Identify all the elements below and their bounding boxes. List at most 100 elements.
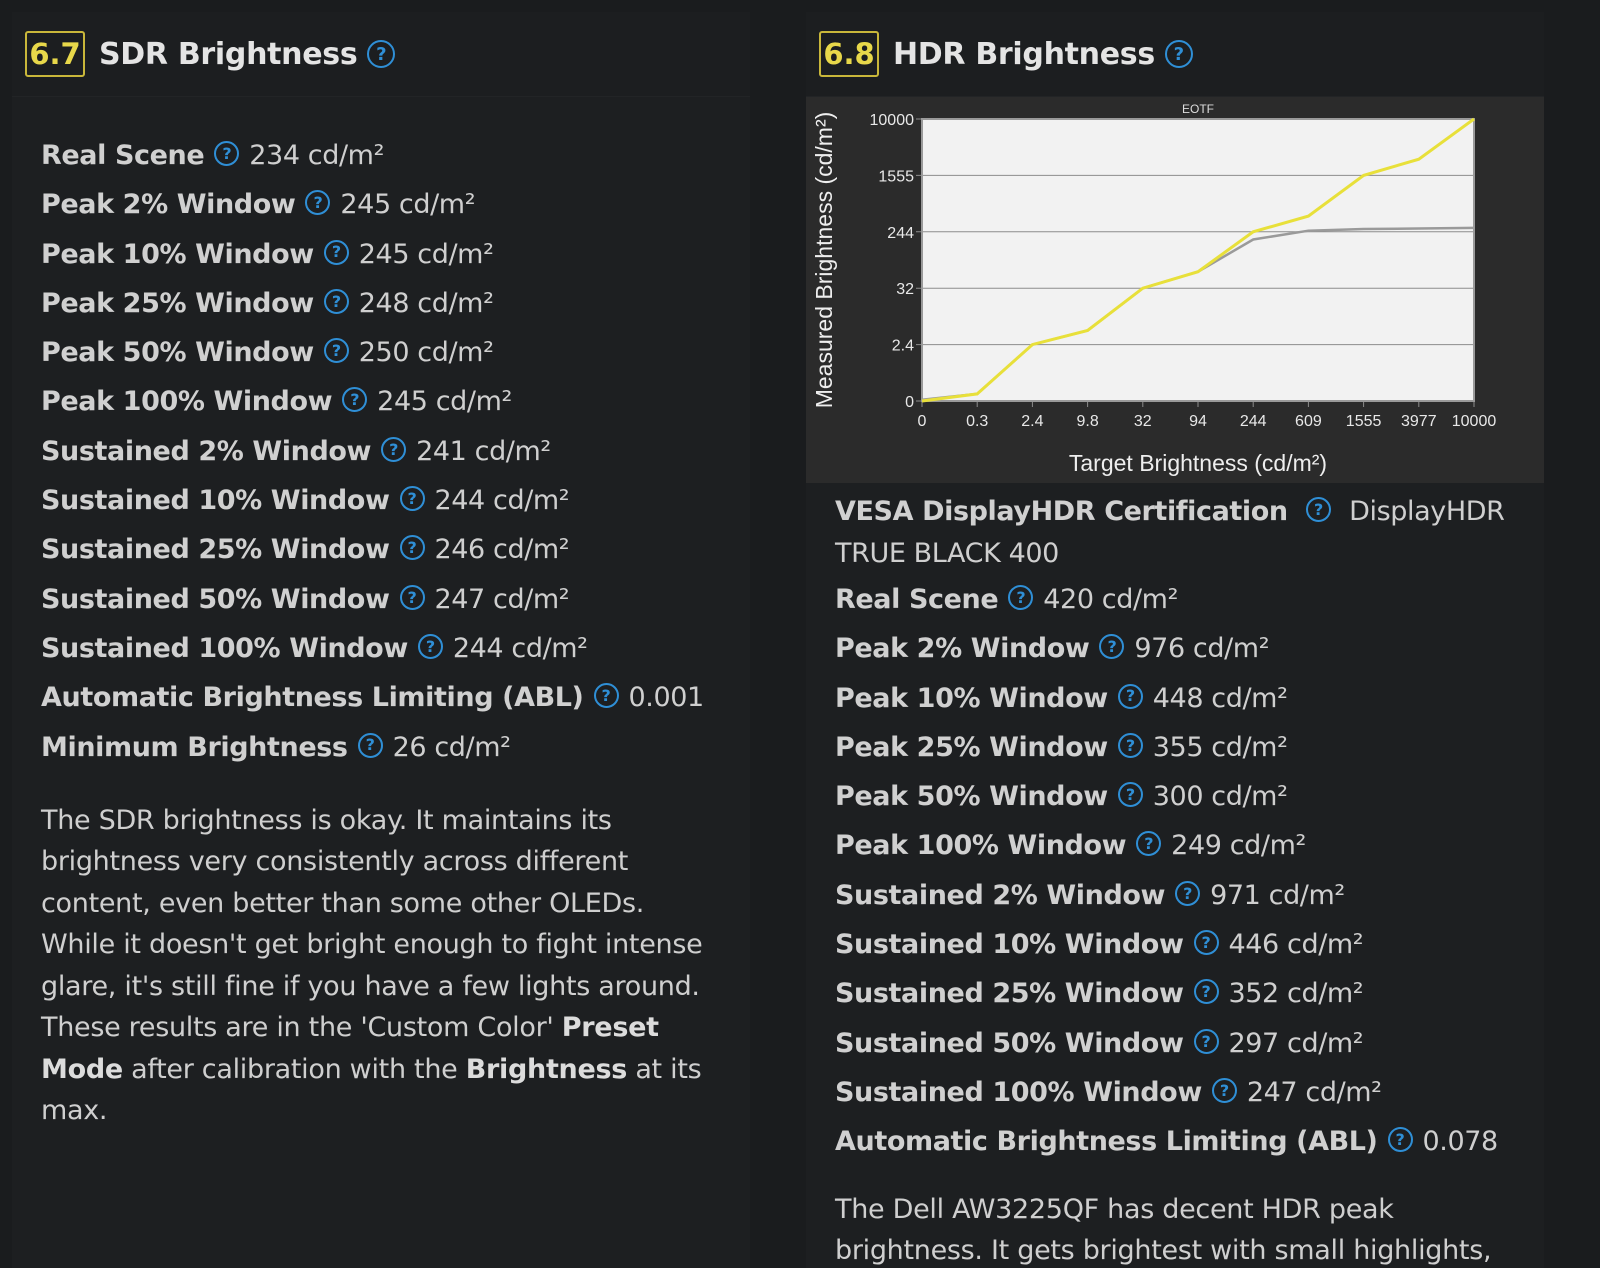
help-icon[interactable]: ? <box>342 387 368 413</box>
help-icon[interactable]: ? <box>399 584 425 610</box>
measurement-label: Peak 2% Window <box>41 189 296 221</box>
hdr-row: Peak 2% Window? 976 cd/m² <box>835 624 1544 673</box>
help-icon[interactable]: ? <box>381 436 407 462</box>
y-tick-label: 10000 <box>870 112 915 129</box>
measurement-label: Sustained 2% Window <box>835 879 1166 911</box>
help-icon[interactable]: ? <box>399 535 425 561</box>
sdr-row: Sustained 100% Window? 244 cd/m² <box>41 624 750 673</box>
help-icon[interactable]: ? <box>1305 497 1331 522</box>
help-icon[interactable]: ? <box>1193 930 1219 956</box>
sdr-row: Peak 25% Window? 248 cd/m² <box>41 279 750 328</box>
y-axis-label: Measured Brightness (cd/m²) <box>811 112 837 409</box>
measurement-value: 249 cd/m² <box>1171 830 1306 862</box>
sdr-row: Real Scene? 234 cd/m² <box>41 131 750 180</box>
measurement-label: Sustained 100% Window <box>835 1076 1202 1108</box>
hdr-row: Peak 100% Window? 249 cd/m² <box>835 821 1544 870</box>
sdr-desc-text: The SDR brightness is okay. It maintains… <box>41 804 703 1044</box>
measurement-label: Automatic Brightness Limiting (ABL) <box>835 1126 1378 1158</box>
measurement-value: 250 cd/m² <box>358 337 494 369</box>
sdr-score-badge: 6.7 <box>25 31 85 77</box>
help-icon[interactable]: ? <box>399 486 425 512</box>
sdr-row: Peak 10% Window? 245 cd/m² <box>41 230 750 279</box>
measurement-label: Peak 2% Window <box>835 633 1090 665</box>
measurement-value: 245 cd/m² <box>340 189 476 221</box>
hdr-title: HDR Brightness <box>893 36 1155 72</box>
help-icon[interactable]: ? <box>323 338 349 364</box>
measurement-value: 300 cd/m² <box>1152 781 1288 813</box>
help-icon[interactable]: ? <box>593 683 619 709</box>
measurement-label: Sustained 50% Window <box>41 583 390 615</box>
measurement-label: Peak 10% Window <box>41 238 314 270</box>
help-icon[interactable]: ? <box>1387 1127 1413 1153</box>
sdr-desc-text: after calibration with the <box>122 1053 466 1085</box>
help-icon[interactable]: ? <box>1117 683 1143 709</box>
help-icon[interactable]: ? <box>323 239 349 265</box>
hdr-row: Sustained 100% Window? 247 cd/m² <box>835 1068 1544 1117</box>
y-tick-label: 2.4 <box>892 338 914 355</box>
measurement-label: Sustained 2% Window <box>41 435 372 467</box>
sdr-row: Peak 50% Window? 250 cd/m² <box>41 328 750 377</box>
chart-title: EOTF <box>1182 102 1214 116</box>
help-icon[interactable]: ? <box>1211 1077 1237 1103</box>
help-icon[interactable]: ? <box>1193 1028 1219 1054</box>
hdr-score-badge: 6.8 <box>819 31 879 77</box>
x-tick-label: 244 <box>1240 413 1267 430</box>
x-tick-label: 9.8 <box>1076 413 1098 430</box>
hdr-measurements: Real Scene? 420 cd/m² Peak 2% Window? 976 c… <box>835 575 1544 1167</box>
hdr-row: Sustained 50% Window? 297 cd/m² <box>835 1019 1544 1068</box>
eotf-chart: 0 2.4 32 244 1555 10000 0 0.3 2.4 9.8 32 94 244 609 15… <box>806 97 1544 483</box>
help-icon[interactable]: ? <box>1175 880 1201 906</box>
measurement-value: 976 cd/m² <box>1134 633 1270 665</box>
help-icon[interactable]: ? <box>417 633 443 659</box>
y-tick-label: 244 <box>887 225 914 242</box>
help-icon[interactable]: ? <box>1136 831 1162 857</box>
measurement-label: Peak 100% Window <box>41 386 333 418</box>
measurement-value: 245 cd/m² <box>358 238 494 270</box>
help-icon[interactable]: ? <box>1099 634 1125 660</box>
measurement-value: 247 cd/m² <box>434 583 570 615</box>
x-tick-label: 10000 <box>1452 413 1497 430</box>
hdr-row: Automatic Brightness Limiting (ABL)? 0.07… <box>835 1117 1544 1166</box>
help-icon[interactable]: ? <box>357 732 383 758</box>
measurement-label: Peak 50% Window <box>41 337 314 369</box>
help-icon[interactable]: ? <box>367 40 396 68</box>
measurement-label: Real Scene <box>835 584 999 615</box>
x-tick-label: 94 <box>1189 413 1207 430</box>
help-icon[interactable]: ? <box>1117 782 1143 808</box>
hdr-row: Real Scene? 420 cd/m² <box>835 575 1544 624</box>
help-icon[interactable]: ? <box>1193 979 1219 1005</box>
sdr-row: Peak 2% Window? 245 cd/m² <box>41 180 750 229</box>
help-icon[interactable]: ? <box>305 190 331 216</box>
hdr-row: Sustained 25% Window? 352 cd/m² <box>835 969 1544 1018</box>
measurement-label: Sustained 10% Window <box>835 929 1184 961</box>
measurement-value: 971 cd/m² <box>1210 879 1345 911</box>
sdr-description: The SDR brightness is okay. It maintains… <box>12 772 750 1132</box>
help-icon[interactable]: ? <box>323 288 349 314</box>
measurement-label: Automatic Brightness Limiting (ABL) <box>41 682 584 714</box>
help-icon[interactable]: ? <box>1164 40 1193 68</box>
help-icon[interactable]: ? <box>1117 732 1143 758</box>
measurement-value: 446 cd/m² <box>1228 929 1364 961</box>
hdr-description: The Dell AW3225QF has decent HDR peak br… <box>835 1193 1492 1267</box>
measurement-value: 244 cd/m² <box>452 632 588 664</box>
measurement-value: 244 cd/m² <box>434 485 570 517</box>
measurement-value: 234 cd/m² <box>249 140 385 171</box>
measurement-value: 0.001 <box>628 682 705 714</box>
measurement-label: Sustained 10% Window <box>41 485 390 517</box>
sdr-row: Sustained 50% Window? 247 cd/m² <box>41 575 750 624</box>
measurement-label: Sustained 25% Window <box>835 978 1184 1010</box>
measurement-value: 448 cd/m² <box>1152 682 1288 714</box>
help-icon[interactable]: ? <box>214 141 240 166</box>
hdr-row: Sustained 2% Window? 971 cd/m² <box>835 871 1544 920</box>
sdr-row: Sustained 25% Window? 246 cd/m² <box>41 525 750 574</box>
hdr-header: 6.8 HDR Brightness ? <box>806 12 1544 97</box>
x-axis-label: Target Brightness (cd/m²) <box>1069 450 1327 476</box>
help-icon[interactable]: ? <box>1008 585 1034 610</box>
hdr-row: Peak 50% Window? 300 cd/m² <box>835 772 1544 821</box>
x-tick-label: 609 <box>1295 413 1322 430</box>
measurement-label: Peak 25% Window <box>835 731 1108 763</box>
measurement-value: 247 cd/m² <box>1246 1076 1382 1108</box>
measurement-label: Peak 100% Window <box>835 830 1127 862</box>
measurement-label: Sustained 100% Window <box>41 632 408 664</box>
brightness-term: Brightness <box>465 1053 628 1085</box>
